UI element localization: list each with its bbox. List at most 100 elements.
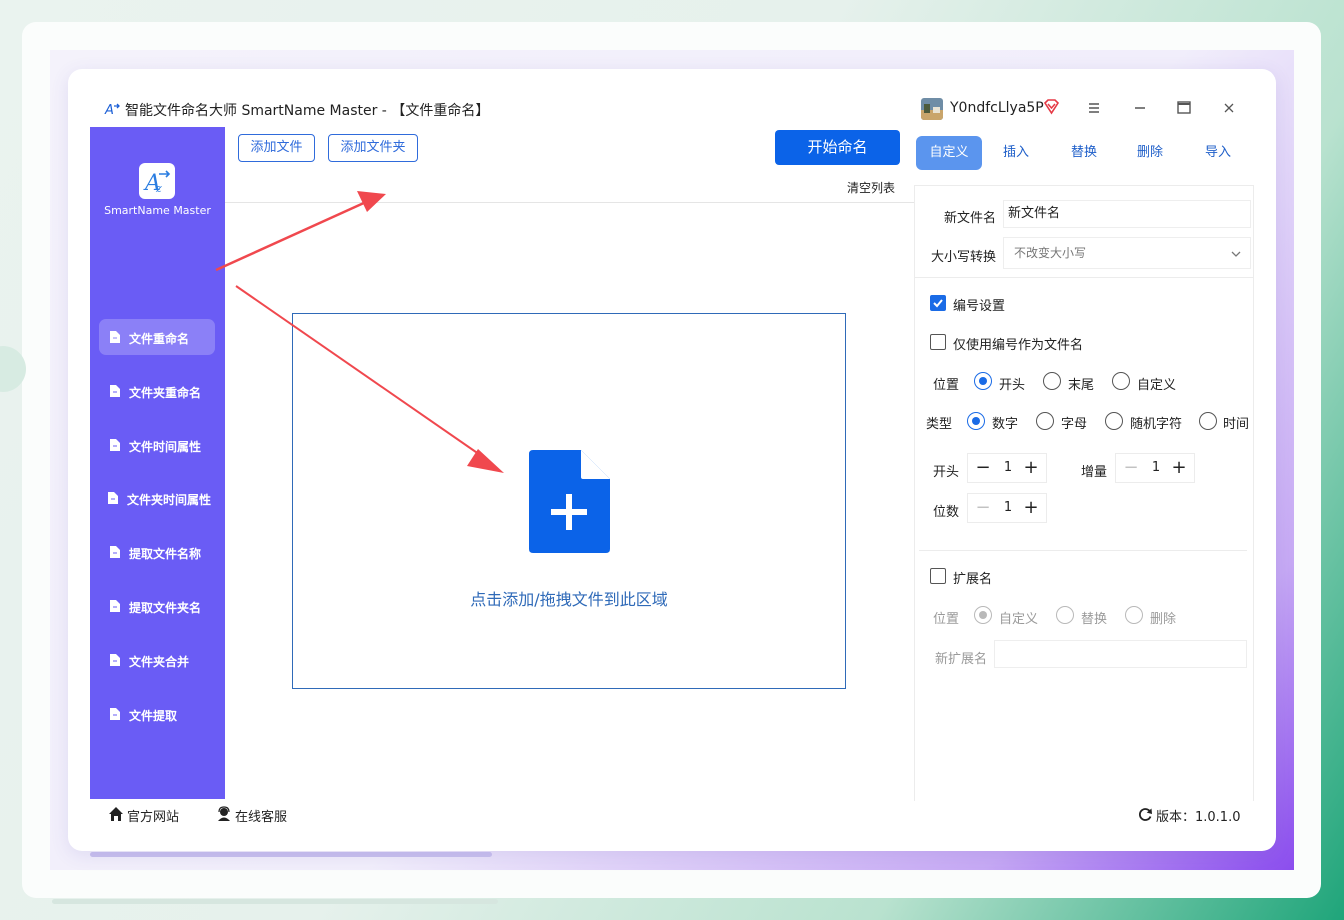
document-icon [110, 385, 120, 397]
maximize-icon[interactable] [1173, 97, 1195, 119]
support-label: 在线客服 [235, 810, 288, 825]
document-icon [110, 654, 120, 666]
sidebar-item-label: 提取文件夹名 [129, 601, 202, 615]
sidebar-item-label: 文件提取 [129, 709, 178, 723]
numbering-checkbox[interactable] [930, 295, 946, 311]
vip-diamond-icon[interactable] [1043, 98, 1060, 115]
type-letter-radio[interactable] [1036, 412, 1054, 430]
add-file-icon [529, 450, 610, 553]
ext-replace-label: 替换 [1081, 612, 1108, 627]
support-icon [218, 806, 230, 821]
position-label: 位置 [933, 378, 960, 393]
type-letter-label: 字母 [1061, 417, 1088, 432]
website-label: 官方网站 [127, 810, 180, 825]
increment-label: 增量 [1081, 465, 1108, 480]
type-label: 类型 [926, 417, 953, 432]
decrement-button[interactable]: − [970, 454, 996, 482]
increment-button[interactable]: + [1018, 494, 1044, 522]
app-window: A 智能文件命名大师 SmartName Master - 【文件重命名】 Y0… [68, 69, 1276, 851]
add-folder-button[interactable]: 添加文件夹 [328, 134, 418, 162]
increment-button[interactable]: + [1166, 454, 1192, 482]
document-icon [110, 708, 120, 720]
sidebar-item-extract-filename[interactable]: 提取文件名称 [99, 534, 215, 570]
decrement-button[interactable]: − [970, 494, 996, 522]
position-end-label: 末尾 [1068, 378, 1095, 393]
ext-position-label: 位置 [933, 612, 960, 627]
type-random-radio[interactable] [1105, 412, 1123, 430]
check-icon [933, 299, 943, 308]
start-rename-button[interactable]: 开始命名 [775, 130, 900, 165]
home-icon [109, 807, 123, 821]
tab-insert[interactable]: 插入 [983, 136, 1049, 170]
sidebar: A z SmartName Master 文件重命名 文件夹重命名 文件时间属性… [90, 127, 225, 799]
document-icon [110, 600, 120, 612]
new-ext-label: 新扩展名 [935, 652, 988, 667]
type-random-label: 随机字符 [1130, 417, 1183, 432]
logo-icon: A z [143, 170, 171, 196]
logo-text: SmartName Master [104, 204, 211, 217]
case-select[interactable]: 不改变大小写 [1003, 237, 1251, 269]
menu-icon[interactable] [1083, 97, 1105, 119]
ext-custom-radio[interactable] [974, 606, 992, 624]
type-time-radio[interactable] [1199, 412, 1217, 430]
sidebar-item-file-time[interactable]: 文件时间属性 [99, 427, 215, 463]
document-icon [110, 331, 120, 343]
sidebar-item-extract-foldername[interactable]: 提取文件夹名 [99, 588, 215, 624]
app-logo-icon: A [104, 103, 120, 117]
ext-delete-radio[interactable] [1125, 606, 1143, 624]
tab-import[interactable]: 导入 [1185, 136, 1251, 170]
ext-delete-label: 删除 [1150, 612, 1177, 627]
document-icon [110, 546, 120, 558]
decrement-button[interactable]: − [1118, 454, 1144, 482]
new-name-input[interactable]: 新文件名 [1003, 200, 1251, 228]
position-custom-radio[interactable] [1112, 372, 1130, 390]
tab-delete[interactable]: 删除 [1117, 136, 1183, 170]
tab-custom[interactable]: 自定义 [916, 136, 982, 170]
add-file-button[interactable]: 添加文件 [238, 134, 315, 162]
sidebar-item-file-rename[interactable]: 文件重命名 [99, 319, 215, 355]
position-start-radio[interactable] [974, 372, 992, 390]
minimize-icon[interactable] [1129, 97, 1151, 119]
numbering-label: 编号设置 [953, 299, 1006, 314]
type-number-radio[interactable] [967, 412, 985, 430]
window-title: 智能文件命名大师 SmartName Master - 【文件重命名】 [125, 103, 490, 119]
ext-custom-label: 自定义 [999, 612, 1039, 627]
divider [919, 550, 1247, 551]
drop-zone-text: 点击添加/拖拽文件到此区域 [470, 590, 668, 609]
case-label: 大小写转换 [931, 250, 997, 265]
divider [915, 277, 1253, 278]
extension-label: 扩展名 [953, 572, 993, 587]
position-end-radio[interactable] [1043, 372, 1061, 390]
numbering-only-checkbox[interactable] [930, 334, 946, 350]
new-ext-input[interactable] [994, 640, 1247, 668]
sidebar-item-label: 提取文件名称 [129, 547, 202, 561]
close-icon[interactable] [1218, 97, 1240, 119]
digits-label: 位数 [933, 505, 960, 520]
sidebar-item-label: 文件夹合并 [129, 655, 190, 669]
sidebar-item-folder-merge[interactable]: 文件夹合并 [99, 642, 215, 678]
new-name-label: 新文件名 [944, 211, 997, 226]
tab-replace[interactable]: 替换 [1051, 136, 1117, 170]
increment-stepper[interactable]: − 1 + [1115, 453, 1195, 483]
extension-checkbox[interactable] [930, 568, 946, 584]
clear-list-link[interactable]: 清空列表 [847, 179, 895, 196]
start-stepper[interactable]: − 1 + [967, 453, 1047, 483]
numbering-only-label: 仅使用编号作为文件名 [953, 338, 1084, 353]
sidebar-item-folder-rename[interactable]: 文件夹重命名 [99, 373, 215, 409]
decorative-line [90, 852, 492, 857]
sidebar-item-file-extract[interactable]: 文件提取 [99, 696, 215, 732]
svg-text:z: z [155, 182, 162, 195]
user-name[interactable]: Y0ndfcLlya5P [950, 100, 1044, 116]
start-label: 开头 [933, 465, 960, 480]
avatar[interactable] [921, 98, 943, 120]
position-start-label: 开头 [999, 378, 1026, 393]
file-drop-zone[interactable]: 点击添加/拖拽文件到此区域 [292, 313, 846, 689]
sidebar-item-folder-time[interactable]: 文件夹时间属性 [99, 480, 215, 516]
chevron-down-icon [1231, 251, 1241, 257]
divider [225, 202, 915, 203]
case-select-value: 不改变大小写 [1014, 246, 1087, 260]
ext-replace-radio[interactable] [1056, 606, 1074, 624]
sidebar-item-label: 文件时间属性 [129, 440, 202, 454]
digits-stepper[interactable]: − 1 + [967, 493, 1047, 523]
increment-button[interactable]: + [1018, 454, 1044, 482]
